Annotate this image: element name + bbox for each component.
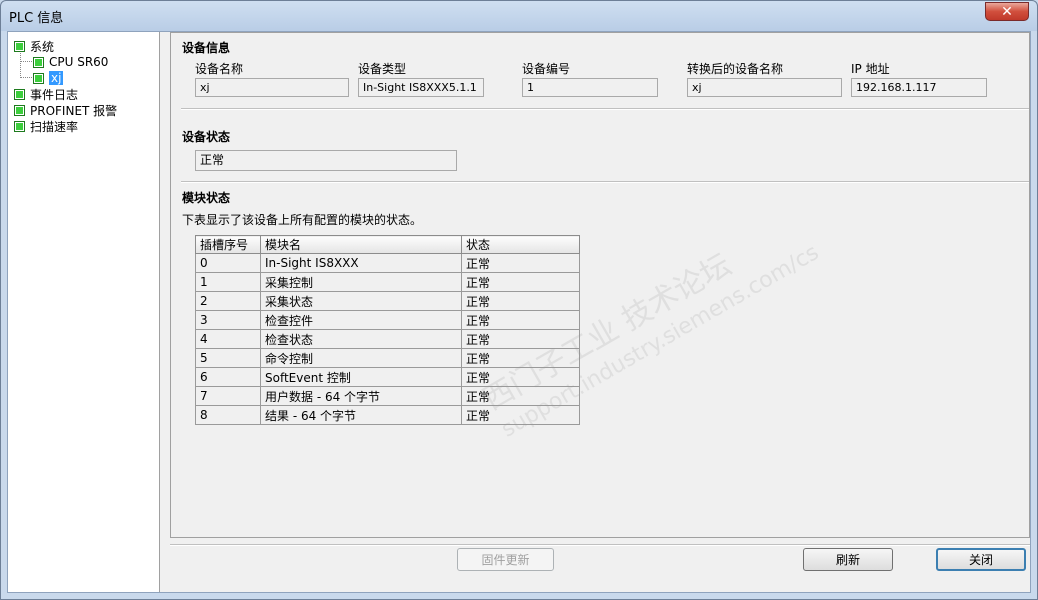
status-ok-icon bbox=[33, 72, 44, 84]
tree-item-label: CPU SR60 bbox=[49, 55, 109, 69]
status-ok-icon bbox=[14, 120, 25, 132]
module-status-title: 模块状态 bbox=[182, 191, 231, 205]
table-row[interactable]: 8 结果 - 64 个字节 正常 bbox=[195, 405, 580, 425]
module-name-cell: 命令控制 bbox=[260, 348, 462, 368]
module-name-cell: 检查控件 bbox=[260, 310, 462, 330]
tree-item-label: PROFINET 报警 bbox=[30, 103, 118, 118]
status-cell: 正常 bbox=[461, 348, 580, 368]
slot-cell: 5 bbox=[195, 348, 261, 368]
ip-address-label: IP 地址 bbox=[851, 62, 890, 76]
client-area: 系统 CPU SR60 xj 事件日志 PROFINET 报警 扫描速率 设备信… bbox=[7, 31, 1031, 593]
firmware-update-button[interactable]: 固件更新 bbox=[457, 548, 554, 571]
column-header-slot[interactable]: 插槽序号 bbox=[195, 235, 261, 254]
table-header-row: 插槽序号 模块名 状态 bbox=[195, 235, 580, 254]
tree-item-event-log[interactable]: 事件日志 bbox=[14, 86, 78, 102]
device-type-field[interactable]: In-Sight IS8XXX5.1.1 bbox=[358, 78, 484, 97]
status-ok-icon bbox=[14, 40, 25, 52]
window-close-button[interactable]: ✕ bbox=[985, 2, 1029, 21]
slot-cell: 1 bbox=[195, 272, 261, 292]
tree-item-label: 系统 bbox=[30, 39, 55, 54]
table-row[interactable]: 1 采集控制 正常 bbox=[195, 272, 580, 292]
module-name-cell: In-Sight IS8XXX bbox=[260, 253, 462, 273]
table-row[interactable]: 7 用户数据 - 64 个字节 正常 bbox=[195, 386, 580, 406]
tree-item-profinet-alarm[interactable]: PROFINET 报警 bbox=[14, 102, 117, 118]
device-type-label: 设备类型 bbox=[358, 62, 407, 76]
module-name-cell: 采集状态 bbox=[260, 291, 462, 311]
device-name-field[interactable]: xj bbox=[195, 78, 349, 97]
device-name-label: 设备名称 bbox=[195, 62, 244, 76]
table-row[interactable]: 6 SoftEvent 控制 正常 bbox=[195, 367, 580, 387]
status-ok-icon bbox=[33, 56, 44, 68]
slot-cell: 6 bbox=[195, 367, 261, 387]
section-divider bbox=[181, 108, 1029, 110]
status-cell: 正常 bbox=[461, 310, 580, 330]
converted-name-field[interactable]: xj bbox=[687, 78, 842, 97]
column-header-status[interactable]: 状态 bbox=[461, 235, 580, 254]
info-panel: 设备信息 设备名称 xj 设备类型 In-Sight IS8XXX5.1.1 设… bbox=[170, 32, 1030, 538]
module-name-cell: SoftEvent 控制 bbox=[260, 367, 462, 387]
close-icon: ✕ bbox=[1001, 3, 1013, 20]
column-header-module-name[interactable]: 模块名 bbox=[260, 235, 462, 254]
close-button[interactable]: 关闭 bbox=[936, 548, 1026, 571]
refresh-button[interactable]: 刷新 bbox=[803, 548, 893, 571]
tree-item-xj[interactable]: xj bbox=[33, 70, 64, 86]
status-cell: 正常 bbox=[461, 405, 580, 425]
tree-item-label: 扫描速率 bbox=[30, 119, 79, 134]
status-cell: 正常 bbox=[461, 329, 580, 349]
device-status-title: 设备状态 bbox=[182, 130, 231, 144]
ip-address-field[interactable]: 192.168.1.117 bbox=[851, 78, 987, 97]
slot-cell: 4 bbox=[195, 329, 261, 349]
module-name-cell: 检查状态 bbox=[260, 329, 462, 349]
module-name-cell: 结果 - 64 个字节 bbox=[260, 405, 462, 425]
slot-cell: 0 bbox=[195, 253, 261, 273]
slot-cell: 3 bbox=[195, 310, 261, 330]
device-info-title: 设备信息 bbox=[182, 41, 231, 55]
device-number-field[interactable]: 1 bbox=[522, 78, 658, 97]
title-bar: PLC 信息 ✕ bbox=[1, 1, 1037, 31]
section-divider bbox=[181, 181, 1029, 183]
device-status-field[interactable]: 正常 bbox=[195, 150, 457, 171]
status-ok-icon bbox=[14, 88, 25, 100]
status-cell: 正常 bbox=[461, 291, 580, 311]
window-title: PLC 信息 bbox=[9, 11, 64, 26]
status-cell: 正常 bbox=[461, 253, 580, 273]
navigation-tree: 系统 CPU SR60 xj 事件日志 PROFINET 报警 扫描速率 bbox=[8, 32, 160, 592]
module-name-cell: 用户数据 - 64 个字节 bbox=[260, 386, 462, 406]
module-name-cell: 采集控制 bbox=[260, 272, 462, 292]
tree-item-cpu[interactable]: CPU SR60 bbox=[33, 54, 108, 70]
plc-info-window: PLC 信息 ✕ 系统 CPU SR60 xj 事件日志 PROFINET 报警… bbox=[0, 0, 1038, 600]
slot-cell: 7 bbox=[195, 386, 261, 406]
table-row[interactable]: 4 检查状态 正常 bbox=[195, 329, 580, 349]
tree-item-label: xj bbox=[49, 71, 64, 85]
table-row[interactable]: 2 采集状态 正常 bbox=[195, 291, 580, 311]
status-ok-icon bbox=[14, 104, 25, 116]
status-cell: 正常 bbox=[461, 272, 580, 292]
module-status-table: 插槽序号 模块名 状态 0 In-Sight IS8XXX 正常 1 采集控制 正常 2… bbox=[195, 235, 580, 425]
table-row[interactable]: 0 In-Sight IS8XXX 正常 bbox=[195, 253, 580, 273]
converted-name-label: 转换后的设备名称 bbox=[687, 62, 784, 76]
slot-cell: 8 bbox=[195, 405, 261, 425]
tree-connector bbox=[20, 61, 32, 62]
status-cell: 正常 bbox=[461, 386, 580, 406]
slot-cell: 2 bbox=[195, 291, 261, 311]
tree-item-scan-rate[interactable]: 扫描速率 bbox=[14, 118, 78, 134]
table-row[interactable]: 5 命令控制 正常 bbox=[195, 348, 580, 368]
tree-item-label: 事件日志 bbox=[30, 87, 79, 102]
tree-connector bbox=[20, 77, 32, 78]
table-row[interactable]: 3 检查控件 正常 bbox=[195, 310, 580, 330]
tree-item-system[interactable]: 系统 bbox=[14, 38, 54, 54]
status-cell: 正常 bbox=[461, 367, 580, 387]
module-status-description: 下表显示了该设备上所有配置的模块的状态。 bbox=[182, 213, 423, 227]
device-number-label: 设备编号 bbox=[522, 62, 571, 76]
footer-divider bbox=[170, 544, 1030, 546]
